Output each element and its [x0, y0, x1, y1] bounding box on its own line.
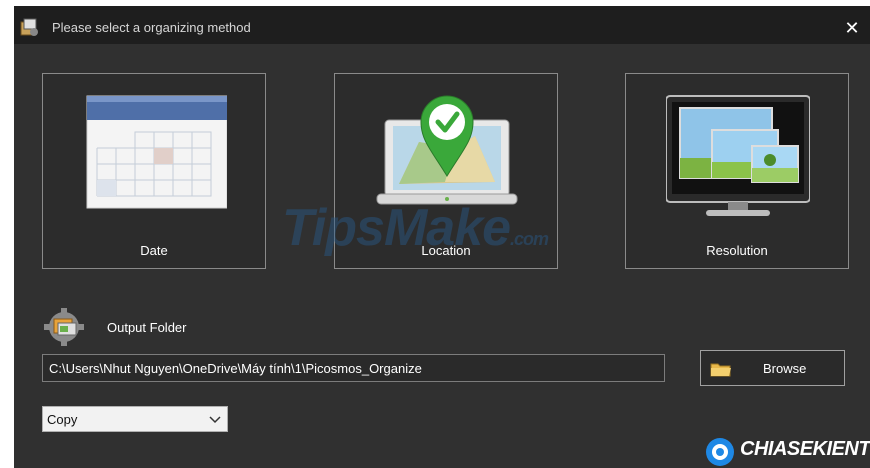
action-select-value: Copy	[47, 412, 78, 427]
brand-text: CHIASEKIENTHUC	[740, 438, 870, 460]
brand-watermark: CHIASEKIENTHUC	[704, 434, 870, 468]
action-select[interactable]: Copy	[42, 406, 228, 432]
date-method-card[interactable]: Date	[42, 73, 266, 269]
app-icon	[20, 18, 38, 36]
calendar-icon	[86, 95, 227, 209]
monitor-icon	[666, 95, 810, 216]
browse-label: Browse	[763, 361, 807, 376]
resolution-method-card[interactable]: Resolution	[625, 73, 849, 269]
location-method-card[interactable]: Location	[334, 73, 558, 269]
brand-logo-icon	[706, 438, 734, 466]
browse-button[interactable]: Browse	[700, 350, 845, 386]
map-laptop-icon	[376, 95, 518, 205]
location-label: Location	[421, 243, 471, 258]
output-path-input[interactable]	[42, 354, 665, 382]
resolution-label: Resolution	[706, 243, 768, 258]
main-panel: Date Location Resolution TipsMake.com Ou…	[14, 44, 870, 468]
dialog-window: Please select a organizing method ✕ Date	[14, 6, 870, 468]
chevron-down-icon	[209, 416, 221, 424]
title-bar: Please select a organizing method ✕	[14, 6, 870, 44]
output-folder-label: Output Folder	[107, 320, 187, 335]
organizer-gear-icon	[44, 308, 84, 346]
close-button[interactable]: ✕	[842, 18, 862, 38]
folder-icon	[710, 363, 731, 377]
window-title: Please select a organizing method	[52, 20, 251, 35]
date-label: Date	[140, 243, 168, 258]
